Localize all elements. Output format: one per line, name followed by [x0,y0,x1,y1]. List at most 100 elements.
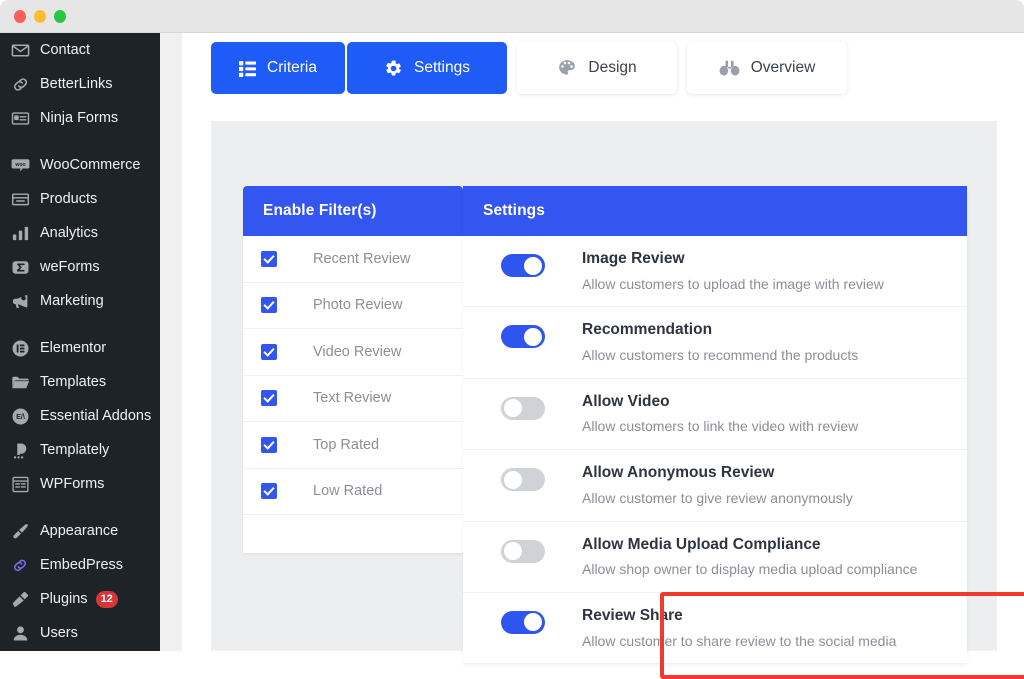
sidebar-item-weforms[interactable]: weForms [0,250,160,284]
palette-icon [557,58,577,78]
sidebar-item-label: WooCommerce [40,156,141,173]
form-icon [10,108,31,129]
filter-row[interactable]: Photo Review [243,283,463,329]
setting-row[interactable]: Allow Video Allow customers to link the v… [463,378,967,451]
wordpress-admin-sidebar[interactable]: Contact BetterLinks Ninja Forms woo WooComme… [0,33,160,651]
sidebar-item-templately[interactable]: Templately [0,433,160,467]
filter-row[interactable]: Video Review [243,329,463,376]
checkbox-checked-icon[interactable] [261,343,277,360]
tab-settings[interactable]: Settings [347,42,507,94]
maximize-window-button[interactable] [54,10,66,23]
plug-icon [10,589,31,610]
setting-row[interactable]: Allow Media Upload Compliance Allow shop … [463,521,967,593]
bar-chart-icon [10,223,31,244]
toggle-switch-off[interactable] [501,539,545,563]
templately-icon [10,440,31,461]
toggle-switch-off[interactable] [501,396,545,420]
sidebar-item-contact[interactable]: Contact [0,33,160,67]
setting-row[interactable]: Review Share Allow customer to share revi… [463,592,967,665]
sidebar-item-betterlinks[interactable]: BetterLinks [0,67,160,101]
settings-panel-header: Settings [463,186,967,236]
sidebar-group-separator [0,318,160,331]
sidebar-item-analytics[interactable]: Analytics [0,216,160,250]
sidebar-item-label: Users [40,624,78,641]
sidebar-item-woocommerce[interactable]: woo WooCommerce [0,148,160,182]
gear-icon [384,59,403,78]
sidebar-item-label: Contact [40,41,90,58]
sidebar-item-label: Appearance [40,522,119,539]
filter-label: Low Rated [313,483,383,500]
sidebar-item-marketing[interactable]: Marketing [0,284,160,318]
setting-title: Allow Video [582,392,670,410]
tab-design-label: Design [588,59,637,76]
tab-design[interactable]: Design [517,42,677,94]
toggle-switch-off[interactable] [501,468,545,492]
minimize-window-button[interactable] [34,10,46,23]
setting-description: Allow customers to upload the image with… [582,275,884,292]
toggle-knob [524,256,542,275]
sidebar-item-essential-addons[interactable]: E/\ Essential Addons [0,399,160,433]
checkbox-checked-icon[interactable] [261,390,277,407]
wpforms-icon [10,474,31,495]
checkbox-checked-icon[interactable] [261,483,277,500]
setting-description: Allow customers to recommend the product… [582,346,859,363]
filter-row[interactable]: Top Rated [243,422,463,469]
sidebar-item-label: Products [40,190,98,207]
setting-row[interactable]: Recommendation Allow customers to recomme… [463,307,967,379]
close-window-button[interactable] [14,10,26,23]
window-titlebar [0,0,1024,33]
sidebar-item-wpforms[interactable]: WPForms [0,467,160,501]
filter-row[interactable]: Text Review [243,376,463,422]
filter-label: Top Rated [313,436,380,453]
setting-row[interactable]: Image Review Allow customers to upload th… [463,236,967,308]
filter-row[interactable]: Recent Review [243,236,463,283]
setting-title: Recommendation [582,321,713,339]
user-icon [10,623,31,644]
sidebar-item-elementor[interactable]: Elementor [0,331,160,365]
sidebar-item-label: BetterLinks [40,75,113,92]
sidebar-item-badge: 12 [95,590,118,608]
checkbox-checked-icon[interactable] [261,250,277,267]
filter-list: Recent Review Photo Review Video Review Tex… [243,236,463,553]
sidebar-item-label: Marketing [40,292,104,309]
toggle-knob [504,542,522,561]
ea-icon: E/\ [10,406,31,427]
filter-row[interactable]: Low Rated [243,469,463,515]
setting-title: Image Review [582,250,685,267]
binoculars-icon [719,59,740,77]
setting-text: Image Review Allow customers to upload th… [582,250,884,292]
checkbox-checked-icon[interactable] [261,297,277,314]
sidebar-group-separator [0,501,160,514]
toggle-switch-on[interactable] [501,610,545,634]
sidebar-item-ninja-forms[interactable]: Ninja Forms [0,101,160,135]
toggle-switch-on[interactable] [501,325,545,349]
filter-label: Text Review [313,390,392,407]
toggle-knob [524,327,542,346]
setting-title: Allow Anonymous Review [582,464,775,482]
tab-overview-label: Overview [750,59,816,76]
tab-criteria[interactable]: Criteria [211,42,345,94]
sidebar-item-templates[interactable]: Templates [0,365,160,399]
setting-text: Allow Video Allow customers to link the v… [582,393,858,435]
sidebar-item-embedpress[interactable]: EmbedPress [0,548,160,582]
toggle-switch-on[interactable] [501,254,545,277]
mail-icon [10,40,31,61]
tab-overview[interactable]: Overview [687,42,847,94]
toggle-knob [524,613,542,632]
sidebar-item-products[interactable]: Products [0,182,160,216]
setting-text: Allow Media Upload Compliance Allow shop … [582,536,917,578]
sidebar-item-appearance[interactable]: Appearance [0,514,160,548]
tab-criteria-label: Criteria [267,59,317,76]
setting-row[interactable]: Allow Anonymous Review Allow customer to … [463,450,967,522]
elementor-icon [10,338,31,359]
sidebar-item-users[interactable]: Users [0,616,160,650]
traffic-light-buttons [14,10,66,23]
enable-filters-panel: Enable Filter(s) Recent Review Photo Revi… [243,186,463,553]
sidebar-item-label: WPForms [40,475,105,492]
setting-description: Allow shop owner to display media upload… [582,561,918,578]
folder-icon [10,372,31,393]
sidebar-item-plugins[interactable]: Plugins 12 [0,582,160,616]
filter-label: Recent Review [313,250,411,267]
checkbox-checked-icon[interactable] [261,436,277,453]
setting-text: Review Share Allow customer to share revi… [582,607,896,649]
